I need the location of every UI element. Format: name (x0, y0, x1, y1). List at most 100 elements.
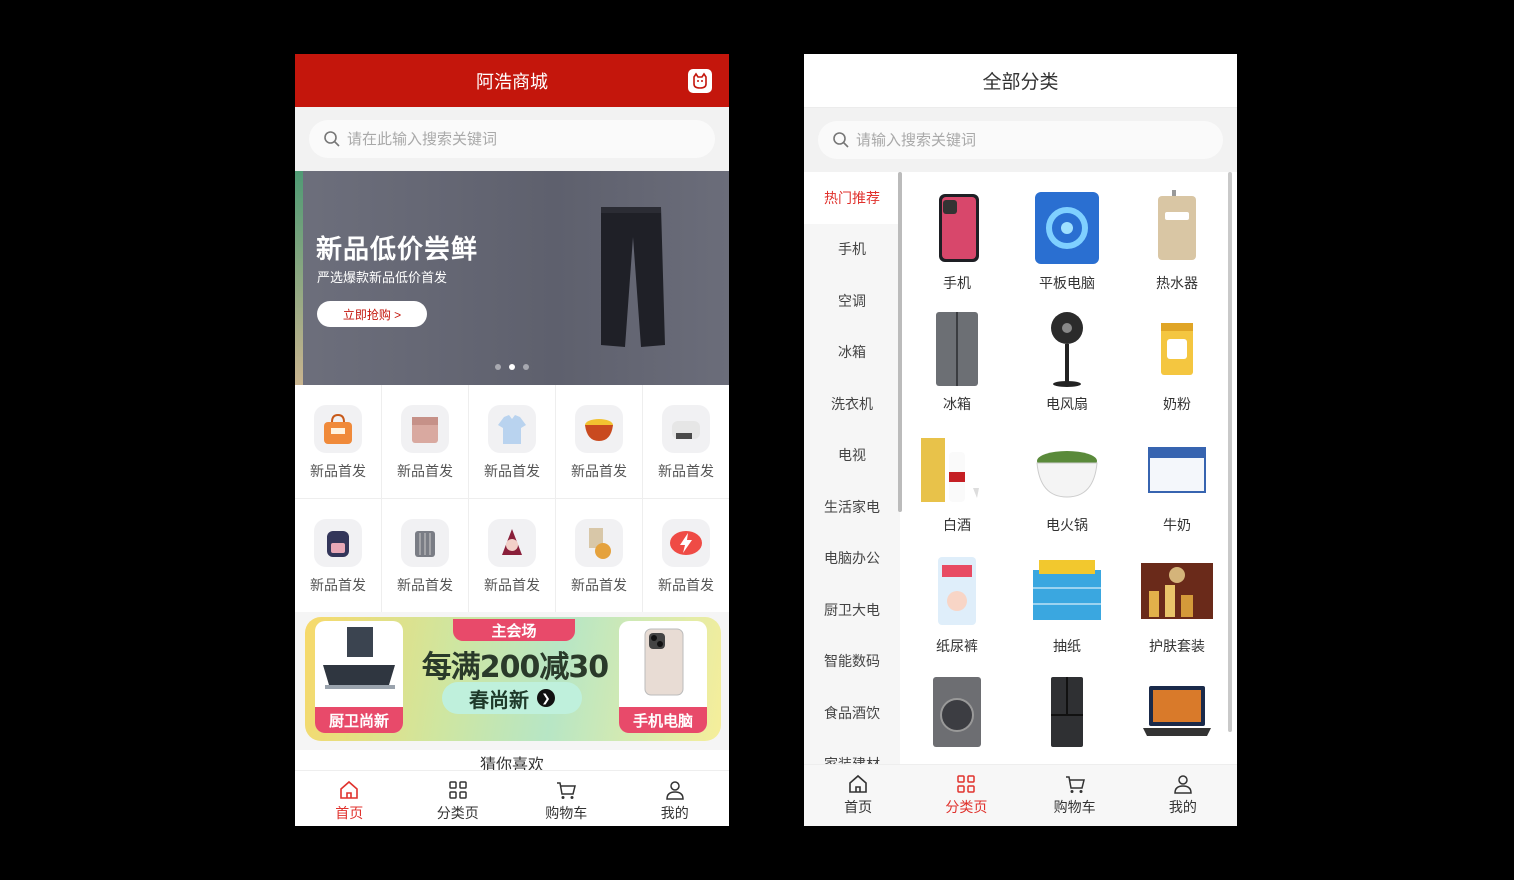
home-icon (340, 780, 359, 799)
grid-item[interactable]: 新品首发 (295, 499, 381, 612)
promo-banner[interactable]: 厨卫尚新 主会场 每满200减30 春尚新 ❯ 手机电脑 (305, 617, 721, 741)
grid-item-label: 新品首发 (658, 464, 714, 480)
promo-section: 厨卫尚新 主会场 每满200减30 春尚新 ❯ 手机电脑 (295, 612, 729, 750)
category-screen: 全部分类 热门推荐 手机 空调 冰箱 洗衣机 电视 生活家电 电脑办公 厨卫大电… (804, 54, 1237, 826)
sidebar-item-washer[interactable]: 洗衣机 (804, 378, 900, 430)
backpack-icon (314, 519, 362, 567)
figurine-icon (488, 519, 536, 567)
tab-mine[interactable]: 我的 (621, 771, 730, 826)
tab-category[interactable]: 分类页 (912, 765, 1020, 826)
fridge2-icon (1027, 672, 1107, 752)
tab-bar: 首页 分类页 购物车 我的 (295, 770, 729, 826)
category-item[interactable]: 平板电脑 (1012, 172, 1122, 293)
tab-home[interactable]: 首页 (295, 771, 404, 826)
water-heater-icon (1137, 188, 1217, 267)
tab-cart[interactable]: 购物车 (1021, 765, 1129, 826)
promo-tag: 主会场 (453, 619, 575, 641)
tab-bar: 首页 分类页 购物车 我的 (804, 764, 1237, 826)
noodles-icon (575, 405, 623, 453)
search-bar (804, 108, 1237, 172)
tab-label: 我的 (1168, 800, 1197, 816)
category-item[interactable]: 电风扇 (1012, 293, 1122, 414)
grid-item[interactable]: 新品首发 (643, 499, 729, 612)
category-item[interactable]: 手机 (902, 172, 1012, 293)
sidebar-item-phone[interactable]: 手机 (804, 224, 900, 276)
grid-item[interactable]: 新品首发 (469, 385, 555, 498)
carousel-dots (495, 364, 529, 370)
cat-face-icon[interactable] (688, 69, 712, 93)
search-box[interactable] (309, 120, 715, 158)
carousel-dot[interactable] (495, 364, 501, 370)
hotpot-icon (1027, 430, 1107, 509)
grid-item-label: 新品首发 (397, 578, 453, 594)
tab-cart[interactable]: 购物车 (512, 771, 621, 826)
category-item-label: 牛奶 (1163, 518, 1191, 534)
sidebar-item-food[interactable]: 食品酒饮 (804, 687, 900, 739)
grid-item[interactable]: 新品首发 (382, 385, 468, 498)
tab-home[interactable]: 首页 (804, 765, 912, 826)
search-box[interactable] (818, 121, 1223, 159)
sidebar-item-digital[interactable]: 智能数码 (804, 636, 900, 688)
sidebar-item-fridge[interactable]: 冰箱 (804, 327, 900, 379)
shirt-icon (488, 405, 536, 453)
tab-label: 购物车 (545, 806, 588, 822)
category-item[interactable]: 护肤套装 (1122, 535, 1232, 656)
app-title: 阿浩商城 (476, 71, 548, 93)
category-item-label: 纸尿裤 (936, 639, 978, 655)
grid-item[interactable]: 新品首发 (382, 499, 468, 612)
grid-item[interactable]: 新品首发 (643, 385, 729, 498)
category-item[interactable]: 抽纸 (1012, 535, 1122, 656)
search-input[interactable] (347, 130, 647, 148)
home-screen: 阿浩商城 新品低价尝鲜 严选爆款新品低价首发 立即抢购 > 新品首发 (295, 54, 729, 826)
category-item[interactable] (1012, 656, 1122, 764)
category-item-label: 冰箱 (943, 397, 971, 413)
promo-sub-label: 春尚新 (469, 687, 529, 712)
sidebar-item-computer[interactable]: 电脑办公 (804, 533, 900, 585)
promo-right-label: 手机电脑 (619, 707, 707, 733)
sidebar-item-tv[interactable]: 电视 (804, 430, 900, 482)
grid-item-label: 新品首发 (310, 578, 366, 594)
category-item[interactable]: 电火锅 (1012, 414, 1122, 535)
lightning-icon (662, 519, 710, 567)
category-item[interactable] (902, 656, 1012, 764)
sidebar-item-ac[interactable]: 空调 (804, 275, 900, 327)
carousel-dot[interactable] (523, 364, 529, 370)
skincare-icon (1137, 551, 1217, 630)
tab-label: 首页 (335, 806, 364, 822)
page-title: 全部分类 (804, 54, 1237, 108)
sidebar-item-kitchen[interactable]: 厨卫大电 (804, 584, 900, 636)
liquor-icon (917, 430, 997, 509)
content-scrollbar[interactable] (1228, 172, 1232, 732)
promo-phone-card[interactable]: 手机电脑 (619, 621, 707, 733)
buy-now-button[interactable]: 立即抢购 > (317, 301, 427, 327)
category-item[interactable]: 纸尿裤 (902, 535, 1012, 656)
category-item-label: 抽纸 (1053, 639, 1081, 655)
fridge-icon (917, 309, 997, 388)
category-item[interactable]: 热水器 (1122, 172, 1232, 293)
grid-item[interactable]: 新品首发 (295, 385, 381, 498)
category-item[interactable]: 奶粉 (1122, 293, 1232, 414)
sidebar-item-appliance[interactable]: 生活家电 (804, 481, 900, 533)
promo-left-label: 厨卫尚新 (315, 707, 403, 733)
grid-item[interactable]: 新品首发 (556, 385, 642, 498)
tab-mine[interactable]: 我的 (1129, 765, 1237, 826)
sidebar-item-hot[interactable]: 热门推荐 (804, 172, 900, 224)
promo-sub-button[interactable]: 春尚新 ❯ (442, 682, 582, 714)
category-item-label: 白酒 (943, 518, 971, 534)
category-item[interactable] (1122, 656, 1232, 764)
tab-label: 购物车 (1053, 800, 1096, 816)
category-item[interactable]: 白酒 (902, 414, 1012, 535)
banner-carousel[interactable]: 新品低价尝鲜 严选爆款新品低价首发 立即抢购 > (295, 171, 729, 385)
grid-item[interactable]: 新品首发 (469, 499, 555, 612)
carousel-dot-active[interactable] (509, 364, 515, 370)
grid-item[interactable]: 新品首发 (556, 499, 642, 612)
milk-icon (1137, 430, 1217, 509)
category-item[interactable]: 冰箱 (902, 293, 1012, 414)
category-item[interactable]: 牛奶 (1122, 414, 1232, 535)
diaper-icon (917, 551, 997, 630)
promo-kitchen-card[interactable]: 厨卫尚新 (315, 621, 403, 733)
search-input[interactable] (856, 131, 1156, 149)
category-item-label: 奶粉 (1163, 397, 1191, 413)
sidebar-item-home[interactable]: 家装建材 (804, 739, 900, 764)
tab-category[interactable]: 分类页 (404, 771, 513, 826)
